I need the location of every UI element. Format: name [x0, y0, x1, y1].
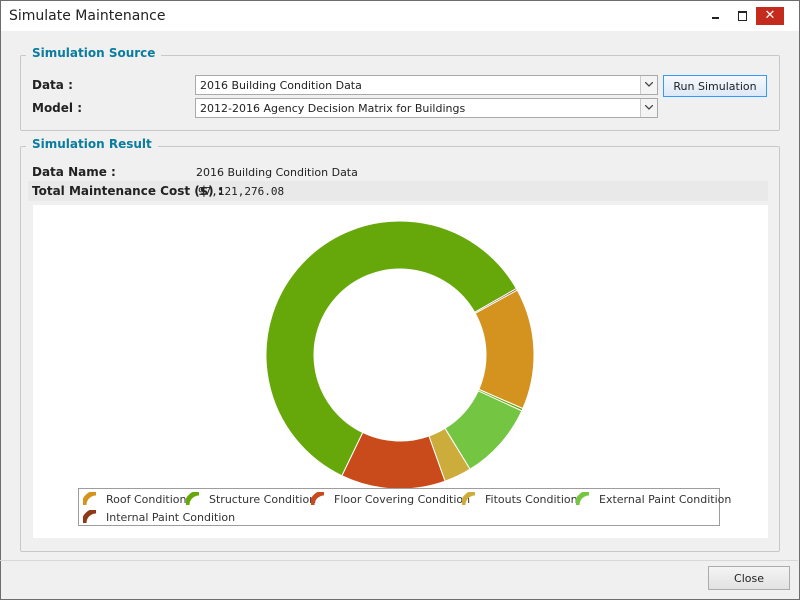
legend-swatch-icon — [83, 510, 97, 524]
legend-swatch-icon — [186, 492, 200, 506]
legend-label: External Paint Condition — [599, 493, 732, 506]
data-select[interactable]: 2016 Building Condition Data — [195, 75, 658, 95]
legend-swatch-icon — [576, 492, 590, 506]
chart-legend: Roof Condition Structure Condition Floor… — [78, 488, 731, 526]
window-title: Simulate Maintenance — [9, 8, 166, 24]
close-button[interactable]: Close — [708, 566, 790, 590]
legend-label: Roof Condition — [106, 493, 187, 506]
data-dropdown-button[interactable] — [640, 76, 657, 94]
data-select-value: 2016 Building Condition Data — [200, 79, 362, 92]
data-name-value: 2016 Building Condition Data — [196, 166, 358, 179]
legend-label: Structure Condition — [209, 493, 317, 506]
title-bar: Simulate Maintenance ✕ — [1, 1, 799, 31]
chevron-down-icon — [645, 105, 653, 110]
minimize-icon — [712, 17, 719, 19]
model-label: Model : — [32, 101, 83, 115]
legend-swatch-icon — [83, 492, 97, 506]
legend-swatch-icon — [462, 492, 476, 506]
simulation-result-title: Simulation Result — [26, 137, 158, 151]
footer-divider — [0, 560, 798, 561]
legend-label: Floor Covering Condition — [334, 493, 471, 506]
legend-label: Internal Paint Condition — [106, 511, 236, 524]
maximize-icon — [738, 11, 747, 21]
model-select-value: 2012-2016 Agency Decision Matrix for Bui… — [200, 102, 466, 115]
chevron-down-icon — [645, 82, 653, 87]
run-simulation-button[interactable]: Run Simulation — [663, 75, 767, 97]
total-cost-value: 97,121,276.08 — [198, 185, 285, 198]
legend-swatch-icon — [311, 492, 325, 506]
close-icon: ✕ — [756, 7, 784, 25]
minimize-button[interactable] — [702, 1, 728, 31]
total-cost-label: Total Maintenance Cost ($) : — [32, 184, 223, 198]
maximize-button[interactable] — [730, 1, 756, 31]
data-label: Data : — [32, 78, 73, 92]
window-close-button[interactable]: ✕ — [756, 1, 798, 31]
model-select[interactable]: 2012-2016 Agency Decision Matrix for Bui… — [195, 98, 658, 118]
legend-label: Fitouts Condition — [485, 493, 578, 506]
simulation-source-title: Simulation Source — [26, 46, 162, 60]
data-name-label: Data Name : — [32, 165, 116, 179]
model-dropdown-button[interactable] — [640, 99, 657, 117]
